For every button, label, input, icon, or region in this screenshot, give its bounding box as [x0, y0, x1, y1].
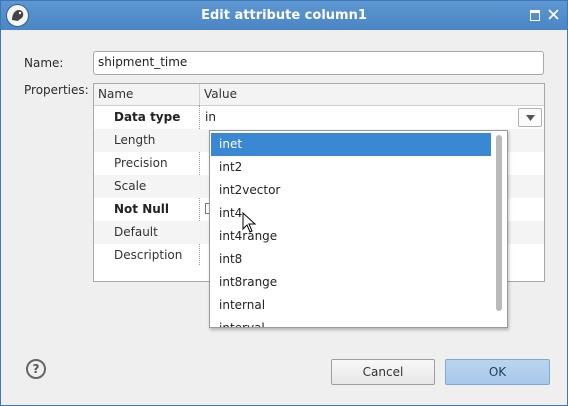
cancel-button[interactable]: Cancel [331, 359, 435, 385]
name-label: Name: [24, 56, 64, 70]
dropdown-option[interactable]: int8range [211, 271, 491, 294]
row-data-type[interactable]: Data type in [94, 106, 544, 129]
dropdown-option[interactable]: interval [211, 317, 491, 327]
title-bar[interactable]: Edit attribute column1 [1, 1, 567, 30]
dropdown-option[interactable]: int2 [211, 156, 491, 179]
row-label: Scale [114, 179, 147, 193]
column-header-name[interactable]: Name [98, 87, 133, 101]
dropdown-scrollbar[interactable] [493, 132, 507, 326]
row-label: Default [114, 225, 158, 239]
mouse-cursor-icon [242, 212, 257, 233]
ok-button[interactable]: OK [445, 359, 550, 385]
maximize-icon[interactable] [528, 8, 542, 22]
row-label: Length [114, 133, 156, 147]
data-type-value[interactable]: in [205, 110, 216, 124]
row-label: Precision [114, 156, 168, 170]
window-title: Edit attribute column1 [201, 8, 367, 23]
table-header: Name Value [94, 84, 544, 106]
row-label: Description [114, 248, 183, 262]
dropdown-option[interactable]: int2vector [211, 179, 491, 202]
close-icon[interactable] [547, 8, 561, 22]
dropdown-option[interactable]: inet [211, 133, 491, 156]
name-field[interactable]: shipment_time [93, 51, 544, 75]
column-separator [199, 84, 200, 105]
row-label: Not Null [114, 202, 170, 216]
dropdown-arrow-icon[interactable] [518, 108, 542, 127]
properties-label: Properties: [24, 83, 89, 97]
edit-attribute-dialog: Edit attribute column1 Name: shipment_ti… [0, 0, 568, 406]
dropdown-option[interactable]: internal [211, 294, 491, 317]
scrollbar-thumb[interactable] [496, 135, 502, 311]
dropdown-option[interactable]: int8 [211, 248, 491, 271]
help-icon[interactable]: ? [26, 359, 46, 379]
column-header-value[interactable]: Value [204, 87, 237, 101]
row-label: Data type [114, 110, 181, 124]
